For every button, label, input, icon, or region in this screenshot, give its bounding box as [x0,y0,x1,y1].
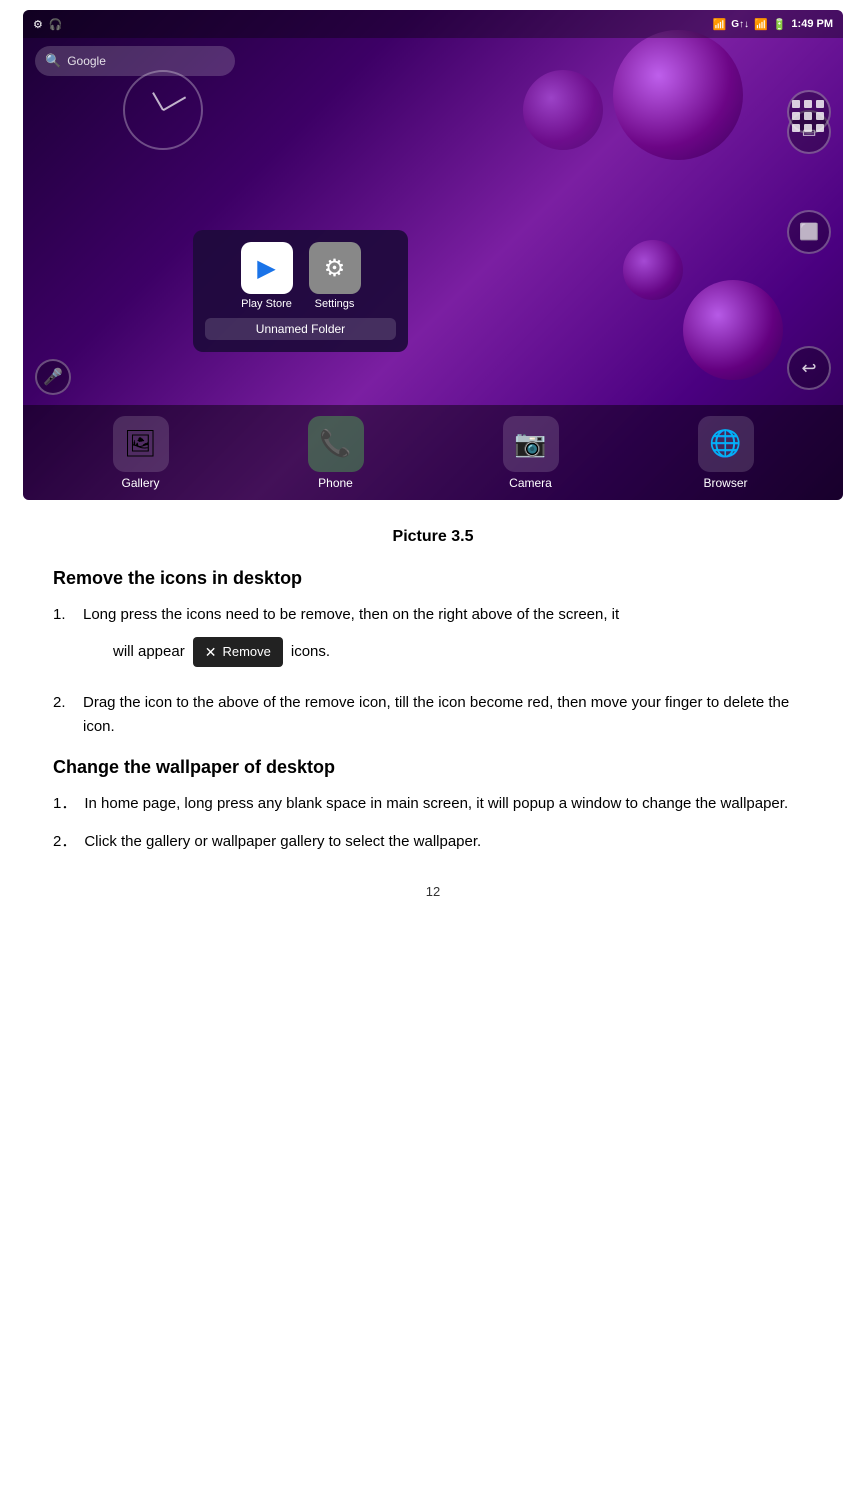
list-item-1-before: Long press the icons need to be remove, … [83,606,619,623]
apps-grid-button[interactable] [787,90,831,134]
gallery-label: Gallery [121,476,159,490]
wallpaper-item-2: 2． Click the gallery or wallpaper galler… [53,830,813,854]
headset-icon: 🎧 [49,18,63,31]
list-item-1-content: Long press the icons need to be remove, … [83,603,619,677]
play-store-icon: ▶ [241,242,293,294]
phone-icon: 📞 [308,416,364,472]
section-wallpaper: Change the wallpaper of desktop 1． In ho… [53,757,813,854]
section-heading-remove: Remove the icons in desktop [53,568,813,589]
dock-camera[interactable]: 📷 Camera [503,416,559,490]
signal-bars-icon: 📶 [754,18,768,31]
grid-dot [792,124,800,132]
wallpaper-item-1-text: In home page, long press any blank space… [84,792,788,816]
wifi-icon: 📶 [713,18,727,31]
grid-dot [792,112,800,120]
list-item-1: 1. Long press the icons need to be remov… [53,603,813,677]
status-bar: ⚙ 🎧 📶 G↑↓ 📶 🔋 1:49 PM [23,10,843,38]
dock-browser[interactable]: 🌐 Browser [698,416,754,490]
google-search-bar[interactable]: 🔍 Google [35,46,235,76]
signal-g-icon: G↑↓ [731,19,749,30]
settings-app[interactable]: ⚙ Settings [309,242,361,310]
play-store-label: Play Store [241,298,292,310]
list-item-2-text: Drag the icon to the above of the remove… [83,691,813,739]
android-screenshot: ⚙ 🎧 📶 G↑↓ 📶 🔋 1:49 PM 🔍 Google ▭ ⬜ ↩ [23,10,843,500]
picture-caption: Picture 3.5 [53,528,813,546]
gallery-icon: 🖼 [113,416,169,472]
back-button[interactable]: ↩ [787,346,831,390]
list-item-1-after: icons. [291,640,330,664]
browser-icon: 🌐 [698,416,754,472]
wallpaper-num-2: 2． [53,830,76,854]
grid-dot [804,100,812,108]
clock-minute-hand [163,96,186,110]
browser-label: Browser [703,476,747,490]
camera-icon: 📷 [503,416,559,472]
clock-hour-hand [152,92,164,110]
folder-name[interactable]: Unnamed Folder [205,318,396,340]
clock-widget [123,70,203,150]
remove-icons-list: 1. Long press the icons need to be remov… [53,603,813,739]
dock-phone[interactable]: 📞 Phone [308,416,364,490]
status-left: ⚙ 🎧 [33,18,63,31]
camera-label: Camera [509,476,552,490]
section-heading-wallpaper: Change the wallpaper of desktop [53,757,813,778]
remove-badge-x-icon: ✕ [205,641,217,663]
page-number: 12 [53,884,813,899]
grid-dot [816,100,824,108]
will-appear-text: will appear [113,640,185,664]
wallpaper-list: 1． In home page, long press any blank sp… [53,792,813,854]
home-button[interactable]: ⬜ [787,210,831,254]
battery-icon: 🔋 [773,18,787,31]
folder-apps-row: ▶ Play Store ⚙ Settings [205,242,396,310]
remove-badge: ✕ Remove [193,637,283,667]
play-store-app[interactable]: ▶ Play Store [241,242,293,310]
settings-label: Settings [315,298,355,310]
grid-dot [816,124,824,132]
phone-label: Phone [318,476,353,490]
usb-icon: ⚙ [33,18,43,31]
dock-gallery[interactable]: 🖼 Gallery [113,416,169,490]
time-display: 1:49 PM [791,18,833,30]
bottom-dock: 🖼 Gallery 📞 Phone 📷 Camera 🌐 Browser [23,405,843,500]
list-num-1: 1. [53,603,75,627]
search-icon: 🔍 [45,53,61,69]
wallpaper-item-2-text: Click the gallery or wallpaper gallery t… [84,830,481,854]
section-remove-icons: Remove the icons in desktop 1. Long pres… [53,568,813,739]
grid-dot [792,100,800,108]
wallpaper-num-1: 1． [53,792,76,816]
grid-dot [804,112,812,120]
list-item-2: 2. Drag the icon to the above of the rem… [53,691,813,739]
search-label: Google [67,54,106,68]
remove-badge-label: Remove [222,642,270,663]
wallpaper-item-1: 1． In home page, long press any blank sp… [53,792,813,816]
list-num-2: 2. [53,691,75,715]
grid-dot [804,124,812,132]
folder-popup: ▶ Play Store ⚙ Settings Unnamed Folder [193,230,408,352]
document-content: Picture 3.5 Remove the icons in desktop … [23,500,843,929]
settings-icon: ⚙ [309,242,361,294]
status-right: 📶 G↑↓ 📶 🔋 1:49 PM [713,18,833,31]
badge-row: will appear ✕ Remove icons. [113,631,619,673]
microphone-button[interactable]: 🎤 [35,359,71,395]
grid-dot [816,112,824,120]
